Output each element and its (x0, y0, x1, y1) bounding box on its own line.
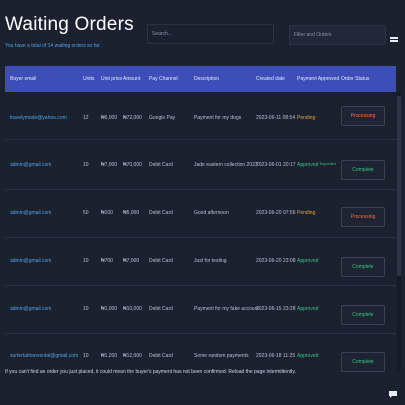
created-date: 2023-06-01 20:17 (256, 162, 296, 168)
payment-status: Approved (297, 353, 319, 359)
created-date: 2023-06-11 08:54 (256, 115, 296, 121)
order-status-button[interactable]: Complete (341, 160, 385, 180)
table-row: admin@gmail.com 50 ₦100 ₦5,000 Debit Car… (5, 190, 396, 238)
created-date: 2023-06-20 07:56 (256, 210, 296, 216)
units: 50 (83, 210, 89, 216)
pay-channel: Debit Card (149, 210, 173, 216)
units: 10 (83, 258, 89, 264)
payment-status-label: Approved (297, 162, 319, 168)
payment-status: Approved (297, 306, 319, 312)
payment-status: Pending (297, 210, 316, 216)
col-pay-channel: Pay Channel (149, 76, 178, 82)
col-unit-price: Unit price (101, 76, 123, 82)
payment-status: Approved (297, 258, 319, 264)
pay-channel: Debit Card (149, 353, 173, 359)
unit-price: ₦1,200 (101, 353, 118, 359)
unit-price: ₦700 (101, 258, 113, 264)
unit-price: ₦100 (101, 210, 113, 216)
buyer-email[interactable]: admin@gmail.com (10, 162, 51, 168)
description: Just for testing (194, 258, 227, 264)
footer-note: If you can't find an order you just plac… (5, 369, 296, 375)
units: 10 (83, 162, 89, 168)
units: 10 (83, 306, 89, 312)
description: Jade eastern collection 2023 (194, 162, 258, 168)
amount: ₦70,000 (123, 162, 142, 168)
pay-channel: Google Pay (149, 115, 176, 121)
created-date: 2023-06-20 23:08 (256, 258, 296, 264)
col-units: Units (83, 76, 95, 82)
table-row: travelymode@yahoo.com 12 ₦6,000 ₦72,000 … (5, 92, 396, 140)
order-status-button[interactable]: Processing (341, 106, 385, 126)
col-amount: Amount (123, 76, 141, 82)
pay-channel: Debit Card (149, 162, 173, 168)
page-title: Waiting Orders (5, 14, 134, 35)
amount: ₦72,000 (123, 115, 142, 121)
chat-icon[interactable] (388, 389, 398, 399)
order-status-button[interactable]: Complete (341, 257, 385, 277)
table-row: surfertattoosrental@gmail.com 10 ₦1,200 … (5, 334, 396, 372)
col-created-date: Created date (256, 76, 285, 82)
order-status-button[interactable]: Complete (341, 305, 385, 325)
unit-price: ₦1,000 (101, 306, 118, 312)
order-status-button[interactable]: Processing (341, 207, 385, 227)
buyer-email[interactable]: admin@gmail.com (10, 258, 51, 264)
amount: ₦12,000 (123, 353, 142, 359)
pay-channel: Debit Card (149, 258, 173, 264)
description: Some random payments (194, 353, 249, 359)
created-date: 2023-06-18 11:25 (256, 353, 296, 359)
amount: ₦7,000 (123, 258, 140, 264)
table-row: admin@gmail.com 10 ₦700 ₦7,000 Debit Car… (5, 238, 396, 286)
pay-channel: Debit Card (149, 306, 173, 312)
page-header: Waiting Orders You have a total of 14 wa… (0, 0, 405, 66)
order-status-button[interactable]: Complete (341, 352, 385, 372)
table-row: admin@gmail.com 10 ₦1,000 ₦10,000 Debit … (5, 286, 396, 334)
table-scrollbar[interactable] (397, 92, 401, 370)
col-description: Description (194, 76, 220, 82)
unit-price: ₦7,000 (101, 162, 118, 168)
col-buyer-email: Buyer email (10, 76, 37, 82)
payment-status: Approved Deposited (297, 162, 336, 168)
units: 10 (83, 353, 89, 359)
table-row: admin@gmail.com 10 ₦7,000 ₦70,000 Debit … (5, 140, 396, 190)
scroll-thumb[interactable] (397, 96, 401, 276)
filter-input[interactable] (289, 25, 386, 45)
col-order-status: Order Status (341, 76, 370, 82)
table-header: Buyer email Units Unit price Amount Pay … (5, 66, 396, 92)
payment-note: Deposited (319, 162, 336, 166)
units: 12 (83, 115, 89, 121)
amount: ₦10,000 (123, 306, 142, 312)
buyer-email[interactable]: admin@gmail.com (10, 306, 51, 312)
payment-status: Pending (297, 115, 316, 121)
page-subtitle: You have a total of 14 waiting orders so… (5, 43, 101, 49)
created-date: 2023-06-15 23:28 (256, 306, 296, 312)
buyer-email[interactable]: surfertattoosrental@gmail.com (10, 353, 78, 359)
description: Payment for my fake account (194, 306, 259, 312)
description: Payment for my dogs (194, 115, 242, 121)
menu-icon[interactable] (390, 37, 398, 45)
buyer-email[interactable]: admin@gmail.com (10, 210, 51, 216)
search-input[interactable] (147, 24, 274, 44)
amount: ₦5,000 (123, 210, 140, 216)
col-payment-approved: Payment Approved (297, 76, 340, 82)
buyer-email[interactable]: travelymode@yahoo.com (10, 115, 67, 121)
description: Good afternoon (194, 210, 229, 216)
unit-price: ₦6,000 (101, 115, 118, 121)
